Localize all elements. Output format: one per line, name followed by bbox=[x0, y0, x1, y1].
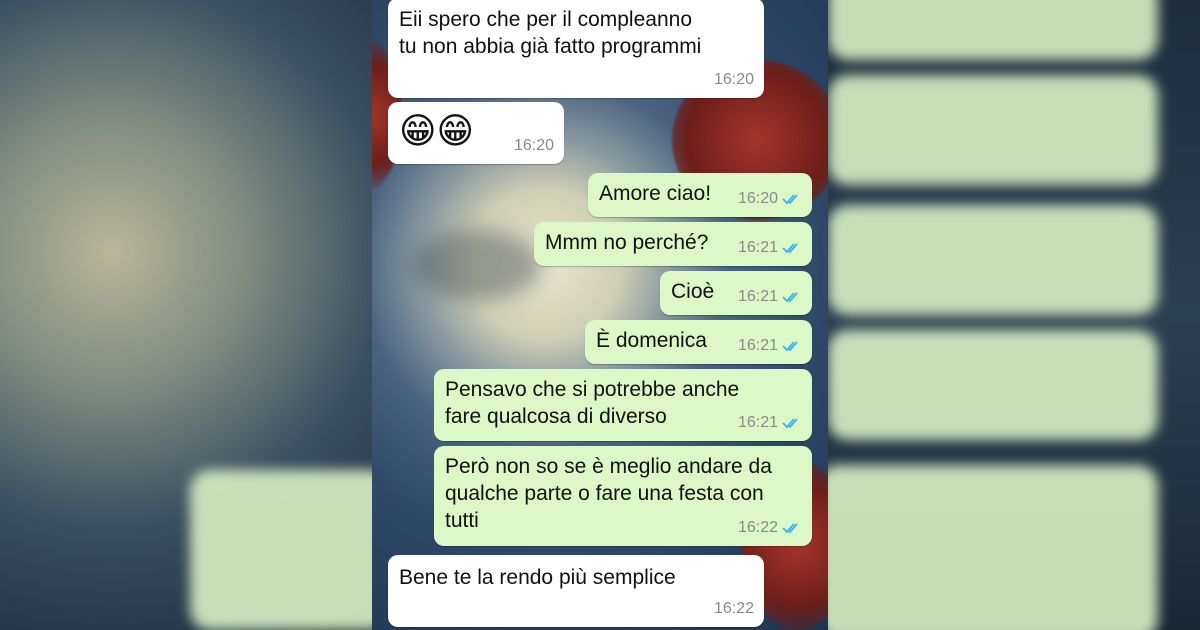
blurred-background-left bbox=[0, 0, 372, 630]
message-bubble-outgoing[interactable]: Cioè 16:21 bbox=[660, 271, 812, 315]
message-text: È domenica bbox=[596, 329, 707, 352]
blurred-bubble bbox=[828, 75, 1158, 185]
emoji-message: 😁😁 bbox=[399, 110, 475, 151]
message-bubble-outgoing[interactable]: Mmm no perché? 16:21 bbox=[534, 222, 812, 266]
timestamp: 16:21 bbox=[737, 239, 778, 256]
message-meta: 16:21 bbox=[738, 283, 802, 310]
message-meta: 16:22 bbox=[738, 514, 802, 541]
message-bubble-outgoing[interactable]: Amore ciao! 16:20 bbox=[588, 173, 812, 217]
message-bubble-incoming[interactable]: 😁😁 16:20 bbox=[388, 102, 564, 164]
timestamp: 16:22 bbox=[737, 519, 778, 536]
blurred-bubble bbox=[828, 205, 1158, 315]
moon-crater bbox=[412, 230, 542, 300]
chat-conversation[interactable]: Eii spero che per il compleanno tu non a… bbox=[372, 0, 828, 630]
message-text: Eii spero che per il compleanno tu non a… bbox=[399, 8, 702, 58]
blurred-background-right bbox=[828, 0, 1200, 630]
timestamp: 16:21 bbox=[737, 288, 778, 305]
message-meta: 16:20 bbox=[714, 66, 754, 93]
double-check-icon bbox=[782, 193, 798, 204]
message-text: Mmm no perché? bbox=[545, 231, 709, 254]
message-meta: 16:21 bbox=[738, 332, 802, 359]
message-bubble-outgoing[interactable]: Pensavo che si potrebbe anche fare qualc… bbox=[434, 369, 812, 441]
double-check-icon bbox=[782, 242, 798, 253]
double-check-icon bbox=[782, 291, 798, 302]
blurred-bubble bbox=[828, 465, 1158, 630]
message-bubble-outgoing[interactable]: È domenica 16:21 bbox=[585, 320, 812, 364]
double-check-icon bbox=[782, 340, 798, 351]
message-text: Bene te la rendo più semplice bbox=[399, 566, 676, 589]
timestamp: 16:21 bbox=[737, 414, 778, 431]
message-bubble-incoming[interactable]: Eii spero che per il compleanno tu non a… bbox=[388, 0, 764, 98]
blurred-bubble bbox=[828, 330, 1158, 440]
message-bubble-incoming[interactable]: Bene te la rendo più semplice 16:22 bbox=[388, 555, 764, 627]
timestamp: 16:20 bbox=[713, 71, 754, 88]
timestamp: 16:20 bbox=[513, 137, 554, 154]
message-text: Amore ciao! bbox=[599, 182, 712, 205]
message-text: Pensavo che si potrebbe anche fare qualc… bbox=[445, 378, 740, 428]
message-meta: 16:20 bbox=[514, 132, 554, 159]
message-meta: 16:21 bbox=[738, 234, 802, 261]
message-text: Cioè bbox=[671, 280, 715, 303]
message-bubble-outgoing[interactable]: Però non so se è meglio andare da qualch… bbox=[434, 446, 812, 546]
timestamp: 16:20 bbox=[737, 190, 778, 207]
message-text: Però non so se è meglio andare da qualch… bbox=[445, 455, 772, 532]
timestamp: 16:21 bbox=[737, 337, 778, 354]
double-check-icon bbox=[782, 417, 798, 428]
message-meta: 16:22 bbox=[714, 595, 754, 622]
blurred-bubble bbox=[828, 0, 1158, 60]
double-check-icon bbox=[782, 522, 798, 533]
message-meta: 16:20 bbox=[738, 185, 802, 212]
blurred-bubble bbox=[190, 470, 372, 630]
timestamp: 16:22 bbox=[713, 600, 754, 617]
message-meta: 16:21 bbox=[738, 409, 802, 436]
